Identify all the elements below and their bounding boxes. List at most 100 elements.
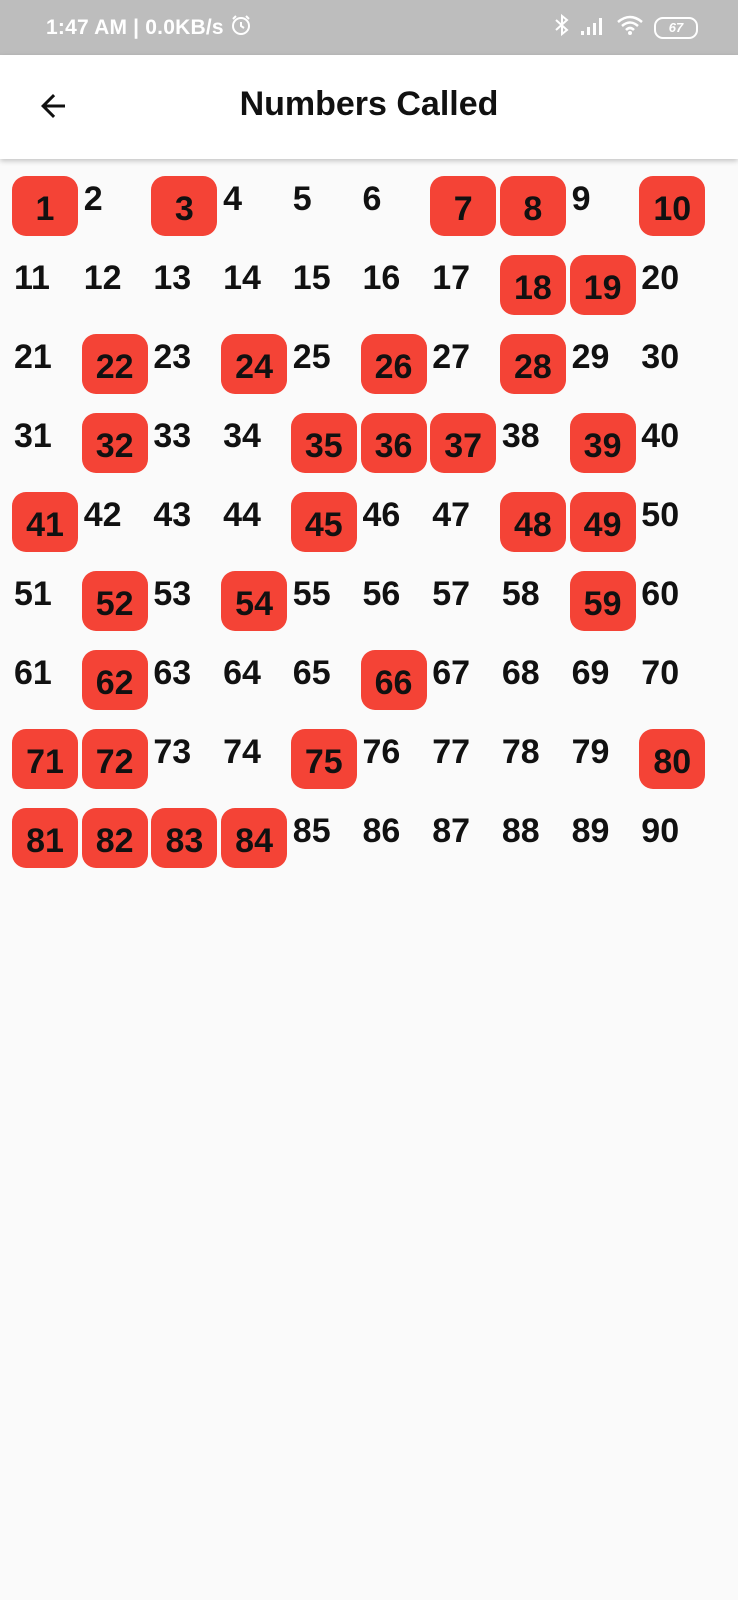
called-number-cell[interactable]: 24 <box>221 334 288 394</box>
number-cell[interactable]: 78 <box>500 729 566 789</box>
number-cell[interactable]: 23 <box>151 334 217 394</box>
number-cell[interactable]: 17 <box>430 255 496 315</box>
number-cell[interactable]: 89 <box>570 808 636 868</box>
number-cell[interactable]: 50 <box>639 492 705 552</box>
called-number-cell[interactable]: 10 <box>639 176 706 236</box>
number-label: 60 <box>641 575 680 613</box>
number-cell[interactable]: 90 <box>639 808 705 868</box>
number-cell[interactable]: 21 <box>12 334 78 394</box>
called-number-cell[interactable]: 66 <box>360 650 427 710</box>
called-number-cell[interactable]: 71 <box>12 729 78 789</box>
called-number-cell[interactable]: 22 <box>81 334 148 394</box>
number-cell[interactable]: 16 <box>361 255 427 315</box>
number-label: 9 <box>571 180 591 218</box>
number-cell[interactable]: 6 <box>361 176 427 236</box>
number-cell[interactable]: 29 <box>570 334 636 394</box>
called-number-cell[interactable]: 18 <box>499 255 566 315</box>
number-cell[interactable]: 43 <box>151 492 217 552</box>
number-cell[interactable]: 53 <box>151 571 217 631</box>
number-label: 36 <box>374 427 413 465</box>
number-cell[interactable]: 86 <box>361 808 427 868</box>
called-number-cell[interactable]: 1 <box>12 176 78 236</box>
number-cell[interactable]: 9 <box>570 176 636 236</box>
number-cell[interactable]: 79 <box>570 729 636 789</box>
number-cell[interactable]: 44 <box>221 492 287 552</box>
number-cell[interactable]: 55 <box>291 571 357 631</box>
called-number-cell[interactable]: 48 <box>499 492 566 552</box>
number-cell[interactable]: 88 <box>500 808 566 868</box>
called-number-cell[interactable]: 36 <box>360 413 427 473</box>
number-cell[interactable]: 87 <box>430 808 496 868</box>
number-cell[interactable]: 64 <box>221 650 287 710</box>
number-cell[interactable]: 46 <box>361 492 427 552</box>
called-number-cell[interactable]: 72 <box>81 729 148 789</box>
number-cell[interactable]: 65 <box>291 650 357 710</box>
number-cell[interactable]: 42 <box>82 492 148 552</box>
number-cell[interactable]: 58 <box>500 571 566 631</box>
number-cell[interactable]: 56 <box>361 571 427 631</box>
called-number-cell[interactable]: 37 <box>430 413 497 473</box>
called-number-cell[interactable]: 54 <box>221 571 288 631</box>
number-cell[interactable]: 13 <box>151 255 217 315</box>
number-cell[interactable]: 63 <box>151 650 217 710</box>
number-cell[interactable]: 27 <box>430 334 496 394</box>
called-number-cell[interactable]: 82 <box>81 808 148 868</box>
called-number-cell[interactable]: 26 <box>360 334 427 394</box>
number-cell[interactable]: 76 <box>361 729 427 789</box>
number-cell[interactable]: 67 <box>430 650 496 710</box>
called-number-cell[interactable]: 35 <box>290 413 357 473</box>
number-cell[interactable]: 68 <box>500 650 566 710</box>
number-cell[interactable]: 70 <box>639 650 705 710</box>
number-cell[interactable]: 20 <box>639 255 705 315</box>
number-label: 37 <box>444 427 483 465</box>
number-cell[interactable]: 61 <box>12 650 78 710</box>
number-cell[interactable]: 2 <box>82 176 148 236</box>
number-cell[interactable]: 47 <box>430 492 496 552</box>
called-number-cell[interactable]: 3 <box>151 176 218 236</box>
number-label: 41 <box>26 506 64 544</box>
number-cell[interactable]: 11 <box>12 255 78 315</box>
number-cell[interactable]: 4 <box>221 176 287 236</box>
number-cell[interactable]: 77 <box>430 729 496 789</box>
number-cell[interactable]: 51 <box>12 571 78 631</box>
status-time: 1:47 AM | 0.0KB/s <box>46 16 224 39</box>
number-cell[interactable]: 15 <box>291 255 357 315</box>
called-number-cell[interactable]: 52 <box>81 571 148 631</box>
number-cell[interactable]: 5 <box>291 176 357 236</box>
called-number-cell[interactable]: 80 <box>639 729 706 789</box>
wifi-icon <box>616 14 644 41</box>
number-cell[interactable]: 40 <box>639 413 705 473</box>
number-cell[interactable]: 34 <box>221 413 287 473</box>
called-number-cell[interactable]: 81 <box>12 808 78 868</box>
called-number-cell[interactable]: 49 <box>569 492 636 552</box>
number-cell[interactable]: 38 <box>500 413 566 473</box>
number-cell[interactable]: 60 <box>639 571 705 631</box>
called-number-cell[interactable]: 62 <box>81 650 148 710</box>
number-row: 11 12 13 14 15 16 17 18 19 20 <box>12 255 732 334</box>
number-cell[interactable]: 69 <box>570 650 636 710</box>
number-cell[interactable]: 14 <box>221 255 287 315</box>
called-number-cell[interactable]: 32 <box>81 413 148 473</box>
number-cell[interactable]: 33 <box>151 413 217 473</box>
app-bar: Numbers Called <box>0 55 738 159</box>
called-number-cell[interactable]: 28 <box>499 334 566 394</box>
number-label: 16 <box>362 259 401 297</box>
number-cell[interactable]: 31 <box>12 413 78 473</box>
called-number-cell[interactable]: 75 <box>290 729 357 789</box>
called-number-cell[interactable]: 83 <box>151 808 218 868</box>
called-number-cell[interactable]: 19 <box>569 255 636 315</box>
called-number-cell[interactable]: 39 <box>569 413 636 473</box>
number-cell[interactable]: 73 <box>151 729 217 789</box>
number-cell[interactable]: 85 <box>291 808 357 868</box>
called-number-cell[interactable]: 59 <box>569 571 636 631</box>
number-cell[interactable]: 12 <box>82 255 148 315</box>
called-number-cell[interactable]: 8 <box>499 176 566 236</box>
number-cell[interactable]: 74 <box>221 729 287 789</box>
number-cell[interactable]: 30 <box>639 334 705 394</box>
called-number-cell[interactable]: 41 <box>12 492 78 552</box>
called-number-cell[interactable]: 7 <box>430 176 497 236</box>
number-cell[interactable]: 57 <box>430 571 496 631</box>
called-number-cell[interactable]: 45 <box>290 492 357 552</box>
called-number-cell[interactable]: 84 <box>221 808 288 868</box>
number-cell[interactable]: 25 <box>291 334 357 394</box>
